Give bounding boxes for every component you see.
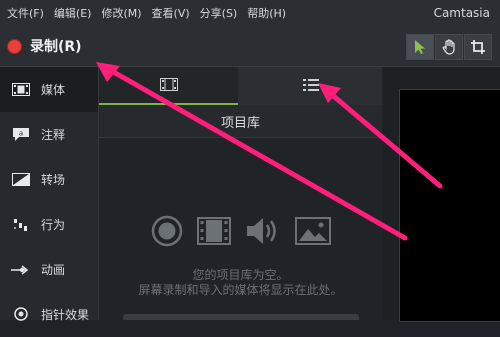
sidebar-item-label: 媒体 xyxy=(41,83,66,97)
hand-icon xyxy=(441,39,457,55)
sidebar: 媒体 a 注释 转场 行为 动画 指针效果 xyxy=(0,67,99,322)
image-icon xyxy=(294,217,331,245)
sidebar-item-label: 注释 xyxy=(41,128,66,142)
toolbar: 录制(R) xyxy=(0,26,500,67)
crop-icon xyxy=(470,39,486,55)
import-media-button[interactable] xyxy=(123,314,359,320)
sidebar-item-annotations[interactable]: a 注释 xyxy=(0,112,98,157)
sidebar-item-label: 动画 xyxy=(41,263,66,277)
empty-state-icons xyxy=(99,215,382,247)
cursor-effect-icon xyxy=(11,306,31,323)
panel-title: 项目库 xyxy=(99,105,382,138)
menu-view[interactable]: 查看(V) xyxy=(152,5,190,21)
audio-icon xyxy=(245,215,281,247)
media-panel: 项目库 您的项目库为空。 屏幕录制和导入的媒体将显示在此处。 xyxy=(99,67,382,320)
sidebar-item-behaviors[interactable]: 行为 xyxy=(0,202,98,247)
menu-edit[interactable]: 编辑(E) xyxy=(54,5,92,21)
film-icon xyxy=(159,76,178,95)
pointer-icon xyxy=(413,39,427,55)
record-button[interactable]: 录制(R) xyxy=(7,36,82,56)
canvas-preview[interactable] xyxy=(399,89,500,322)
sidebar-item-label: 转场 xyxy=(41,173,66,187)
svg-text:a: a xyxy=(19,130,23,138)
annotation-icon: a xyxy=(11,127,31,143)
sidebar-item-label: 指针效果 xyxy=(41,308,90,322)
empty-state-hint: 屏幕录制和导入的媒体将显示在此处。 xyxy=(138,283,343,297)
menu-share[interactable]: 分享(S) xyxy=(200,5,238,21)
crop-tool-button[interactable] xyxy=(464,34,492,60)
canvas-area xyxy=(383,67,500,322)
menu-file[interactable]: 文件(F) xyxy=(7,5,44,21)
list-icon xyxy=(302,77,319,96)
sidebar-item-label: 行为 xyxy=(41,218,66,232)
tab-media-bin[interactable] xyxy=(99,67,238,105)
canvas-tool-group xyxy=(406,34,493,60)
panel-tabs xyxy=(99,67,382,105)
transition-icon xyxy=(11,172,31,188)
menu-bar: 文件(F) 编辑(E) 修改(M) 查看(V) 分享(S) 帮助(H) Camt… xyxy=(0,0,500,26)
record-icon xyxy=(7,38,22,54)
hand-tool-button[interactable] xyxy=(435,34,463,60)
record-label: 录制(R) xyxy=(30,39,82,55)
sidebar-item-media[interactable]: 媒体 xyxy=(0,67,98,112)
menu-help[interactable]: 帮助(H) xyxy=(247,5,286,21)
app-title: Camtasia xyxy=(433,6,490,20)
media-icon xyxy=(11,82,31,98)
sidebar-item-cursor-effects[interactable]: 指针效果 xyxy=(0,292,98,337)
pointer-tool-button[interactable] xyxy=(406,34,434,60)
menu-modify[interactable]: 修改(M) xyxy=(101,5,141,21)
record-icon xyxy=(151,215,183,247)
sidebar-item-animations[interactable]: 动画 xyxy=(0,247,98,292)
animation-icon xyxy=(11,262,31,278)
sidebar-item-transitions[interactable]: 转场 xyxy=(0,157,98,202)
film-icon xyxy=(196,217,231,245)
tab-library-list[interactable] xyxy=(239,67,382,105)
behavior-icon xyxy=(11,217,31,233)
